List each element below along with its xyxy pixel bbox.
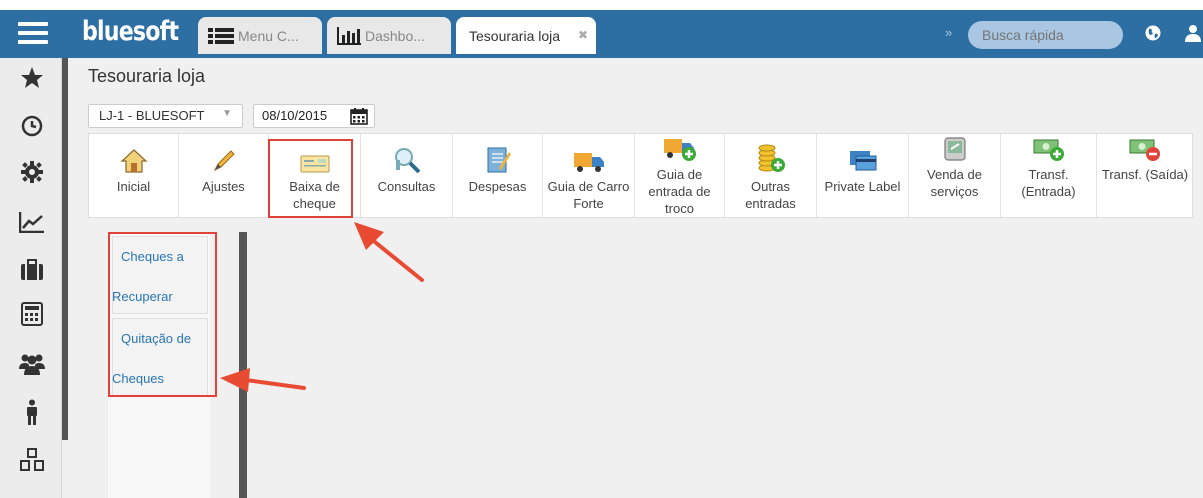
star-icon[interactable] [18,64,46,92]
pencil-icon [211,134,237,174]
page-title: Tesouraria loja [88,66,206,86]
search-input[interactable] [968,21,1123,49]
submenu-item-label-line2: Recuperar [112,289,173,304]
toolbar-label: Consultas [377,179,436,194]
coins-plus-icon [756,134,786,174]
toolbar-label: Ajustes [202,179,245,194]
toolbar-button-baixa-de-cheque[interactable]: Baixa de cheque [269,134,361,217]
app-logo: bluesoft [82,16,179,47]
globe-icon[interactable] [1145,25,1161,41]
toolbar-button-inicial[interactable]: Inicial [89,134,179,217]
toolbar-button-guia-de-carro-forte[interactable]: Guia de Carro Forte [543,134,635,217]
cheque-icon [300,134,330,174]
tab-menu[interactable]: Menu C... [198,17,322,54]
submenu-item-label-line2: Cheques [112,371,165,386]
chart-icon[interactable] [18,208,46,236]
toolbar-button-transf-saida[interactable]: Transf. (Saída) [1097,134,1193,217]
user-icon[interactable] [1184,24,1202,42]
tab-label: Dashbo... [365,27,425,44]
submenu-item-label-line1: Quitação de [121,331,192,346]
truck-plus-icon [663,134,697,162]
toolbar-label: Venda de serviços [927,167,982,199]
toolbar-label: Baixa de cheque [289,179,340,211]
toolbar-label: Inicial [116,179,151,194]
briefcase-icon[interactable] [18,256,46,284]
chevron-down-icon: ▼ [222,108,232,119]
chevron-double-down-icon[interactable]: » [945,25,952,40]
toolbar-button-consultas[interactable]: Consultas [361,134,453,217]
submenu-item-quitacao-de-cheques[interactable]: Quitação de Cheques [112,318,208,396]
toolbar-label: Outras entradas [745,179,796,211]
toolbar-label: Despesas [468,179,527,194]
house-icon [119,134,148,174]
notebook-icon [485,134,511,174]
close-icon[interactable]: ✖ [578,28,588,42]
toolbar-button-transf-entrada[interactable]: Transf. (Entrada) [1001,134,1097,217]
hamburger-menu-icon[interactable] [18,22,48,44]
date-field[interactable]: 08/10/2015 [253,104,375,128]
card-icon [848,134,878,174]
store-select[interactable]: LJ-1 - BLUESOFT ▼ [88,104,243,128]
gear-icon[interactable] [18,158,46,186]
toolbar-button-private-label[interactable]: Private Label [817,134,909,217]
toolbar-label: Guia de Carro Forte [547,179,630,211]
truck-icon [573,134,605,174]
submenu-item-cheques-a-recuperar[interactable]: Cheques a Recuperar [112,236,208,314]
register-icon [943,134,967,162]
panel-scrollbar[interactable] [239,232,247,498]
toolbar-button-venda-de-servicos[interactable]: Venda de serviços [909,134,1001,217]
store-select-value: LJ-1 - BLUESOFT [99,108,205,123]
magnifier-icon [393,134,421,174]
toolbar-button-guia-de-entrada-de-troco[interactable]: Guia de entrada de troco [635,134,725,217]
toolbar-button-outras-entradas[interactable]: Outras entradas [725,134,817,217]
person-icon[interactable] [18,398,46,426]
submenu-item-label-line1: Cheques a [121,249,184,264]
toolbar-button-despesas[interactable]: Despesas [453,134,543,217]
tab-label: Tesouraria loja [469,27,561,44]
tab-dashboard[interactable]: Dashbo... [327,17,451,54]
date-value: 08/10/2015 [262,108,328,123]
action-toolbar: Inicial Ajustes Baixa de cheque Consulta… [88,133,1193,218]
users-icon[interactable] [18,350,46,378]
calendar-icon[interactable] [350,108,368,128]
toolbar-button-ajustes[interactable]: Ajustes [179,134,269,217]
money-minus-icon [1129,134,1161,162]
toolbar-label: Transf. (Entrada) [1021,167,1076,199]
money-plus-icon [1033,134,1065,162]
list-icon [208,27,234,45]
toolbar-label: Private Label [824,179,901,194]
tab-label: Menu C... [238,27,299,44]
cubes-icon[interactable] [18,446,46,474]
toolbar-label: Transf. (Saída) [1101,167,1189,182]
toolbar-label: Guia de entrada de troco [648,167,711,216]
tab-tesouraria[interactable]: Tesouraria loja ✖ [456,17,596,54]
calculator-icon[interactable] [18,300,46,328]
bar-chart-icon [337,26,361,45]
clock-icon[interactable] [18,112,46,140]
